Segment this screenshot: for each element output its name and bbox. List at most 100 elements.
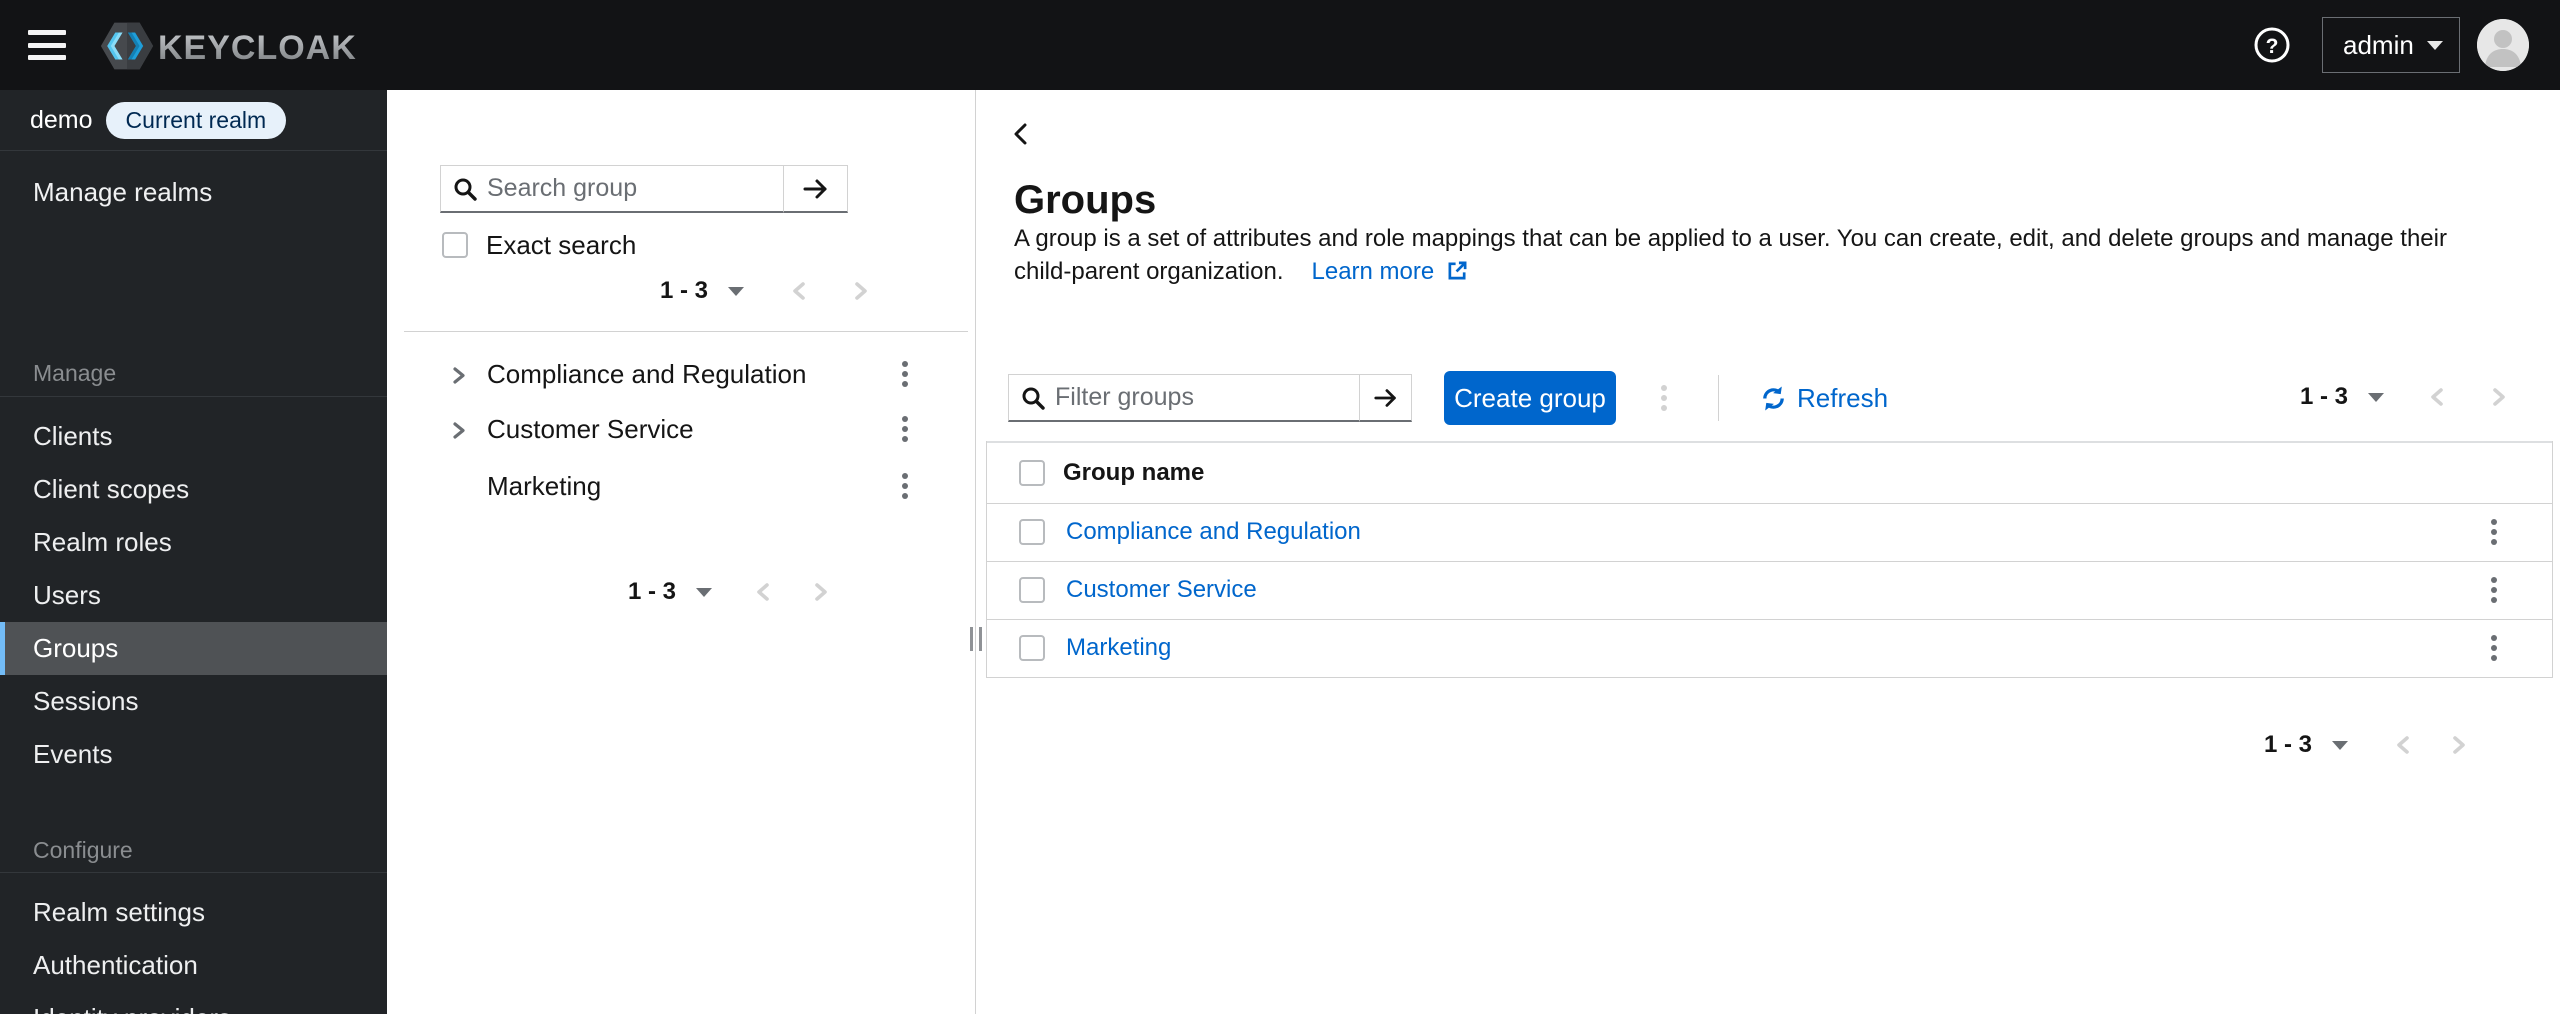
- table-left-border: [986, 441, 987, 677]
- angle-right-icon: [815, 583, 827, 601]
- kebab-menu-icon[interactable]: [893, 405, 917, 453]
- exact-search-label: Exact search: [486, 230, 637, 260]
- tree-pagination-bottom: 1 - 3: [628, 573, 830, 611]
- sidebar-item-authentication[interactable]: Authentication: [0, 939, 387, 992]
- row-divider: [986, 619, 2553, 620]
- pagination-range: 1 - 3: [2264, 731, 2313, 758]
- table-top-border: [986, 441, 2553, 443]
- learn-more-link[interactable]: Learn more: [1312, 258, 1468, 285]
- kebab-menu-icon[interactable]: [893, 350, 917, 398]
- previous-page-button[interactable]: [790, 280, 808, 302]
- external-link-icon: [1448, 261, 1467, 280]
- angle-left-icon: [757, 583, 769, 601]
- chevron-down-icon: [2427, 40, 2443, 50]
- tree-item-label[interactable]: Marketing: [487, 471, 601, 502]
- tree-pagination-top: 1 - 3: [660, 272, 870, 310]
- group-link[interactable]: Customer Service: [1066, 576, 1257, 604]
- sidebar-item-realm-roles[interactable]: Realm roles: [0, 516, 387, 569]
- group-search-input[interactable]: [440, 165, 784, 213]
- table-right-border: [2552, 441, 2553, 677]
- row-kebab-menu-icon[interactable]: [2482, 624, 2506, 672]
- keycloak-logo: KEYCLOAK: [100, 21, 357, 76]
- nav-section-label-manage: Manage: [33, 360, 117, 386]
- avatar[interactable]: [2477, 19, 2529, 71]
- table-pagination-top: 1 - 3: [2300, 378, 2508, 416]
- tree-item-label[interactable]: Compliance and Regulation: [487, 359, 806, 390]
- exact-search-checkbox[interactable]: [442, 232, 468, 258]
- tree-item[interactable]: Marketing: [388, 459, 975, 514]
- previous-page-button[interactable]: [2394, 734, 2412, 756]
- configure-nav-list: Realm settings Authentication Identity p…: [0, 886, 387, 1014]
- sidebar-item-realm-settings[interactable]: Realm settings: [0, 886, 387, 939]
- realm-name: demo: [30, 105, 93, 134]
- row-divider: [986, 677, 2553, 678]
- sidebar-item-sessions[interactable]: Sessions: [0, 675, 387, 728]
- tree-divider: [404, 331, 968, 332]
- group-link[interactable]: Compliance and Regulation: [1066, 518, 1361, 546]
- refresh-button[interactable]: Refresh: [1760, 374, 1888, 422]
- next-page-button[interactable]: [852, 280, 870, 302]
- toolbar-kebab-menu-icon[interactable]: [1652, 374, 1676, 422]
- kebab-menu-icon[interactable]: [893, 462, 917, 510]
- row-divider: [986, 503, 2553, 504]
- sidebar-item-users[interactable]: Users: [0, 569, 387, 622]
- tree-item[interactable]: Compliance and Regulation: [388, 347, 975, 402]
- filter-groups-input[interactable]: [1008, 374, 1360, 422]
- panel-resize-handle[interactable]: [970, 627, 982, 651]
- keycloak-admin-console: KEYCLOAK ? admin demo Current realm Mana…: [0, 0, 2560, 1014]
- angle-left-icon: [2397, 736, 2409, 754]
- filter-groups-submit-button[interactable]: [1360, 374, 1412, 422]
- group-search-box: [440, 165, 848, 213]
- tree-item-label[interactable]: Customer Service: [487, 414, 694, 445]
- row-checkbox[interactable]: [1019, 635, 1045, 661]
- page-title: Groups: [1014, 178, 1157, 222]
- row-checkbox[interactable]: [1019, 519, 1045, 545]
- realm-selector[interactable]: demo Current realm: [0, 90, 387, 151]
- sidebar-divider: [0, 396, 387, 397]
- row-kebab-menu-icon[interactable]: [2482, 508, 2506, 556]
- group-search-submit-button[interactable]: [784, 165, 848, 213]
- user-menu-dropdown[interactable]: admin: [2322, 17, 2460, 73]
- column-header-group-name: Group name: [1063, 459, 1205, 486]
- brand-wordmark: KEYCLOAK: [158, 29, 357, 67]
- nav-toggle-hamburger-icon[interactable]: [28, 30, 66, 60]
- create-group-button[interactable]: Create group: [1444, 371, 1616, 425]
- toolbar-divider: [1718, 375, 1719, 421]
- pagination-caret-icon[interactable]: [696, 587, 713, 597]
- next-page-button[interactable]: [812, 581, 830, 603]
- help-icon[interactable]: ?: [2253, 26, 2291, 64]
- collapse-drawer-chevron-icon[interactable]: [1008, 120, 1038, 150]
- sidebar-item-events[interactable]: Events: [0, 728, 387, 781]
- panel-divider: [975, 90, 976, 1014]
- refresh-label: Refresh: [1797, 382, 1889, 413]
- previous-page-button[interactable]: [754, 581, 772, 603]
- next-page-button[interactable]: [2450, 734, 2468, 756]
- tree-item[interactable]: Customer Service: [388, 402, 975, 457]
- pagination-caret-icon[interactable]: [2368, 392, 2385, 402]
- sidebar-divider: [0, 872, 387, 873]
- select-all-checkbox[interactable]: [1019, 460, 1045, 486]
- sidebar-item-groups[interactable]: Groups: [0, 622, 387, 675]
- previous-page-button[interactable]: [2428, 386, 2446, 408]
- angle-right-icon: [2453, 736, 2465, 754]
- sidebar-item-clients[interactable]: Clients: [0, 410, 387, 463]
- sidebar-item-client-scopes[interactable]: Client scopes: [0, 463, 387, 516]
- page-description: A group is a set of attributes and role …: [1014, 222, 2474, 288]
- expand-chevron-icon[interactable]: [450, 421, 467, 445]
- expand-chevron-icon[interactable]: [450, 366, 467, 390]
- row-kebab-menu-icon[interactable]: [2482, 566, 2506, 614]
- group-link[interactable]: Marketing: [1066, 634, 1171, 662]
- svg-text:?: ?: [2266, 35, 2279, 58]
- learn-more-label: Learn more: [1311, 258, 1435, 285]
- row-checkbox[interactable]: [1019, 577, 1045, 603]
- sidebar-item-identity-providers[interactable]: Identity providers: [0, 992, 387, 1014]
- pagination-caret-icon[interactable]: [2332, 740, 2349, 750]
- table-pagination-bottom: 1 - 3: [2264, 726, 2468, 764]
- pagination-range: 1 - 3: [660, 277, 709, 304]
- username-label: admin: [2343, 29, 2414, 60]
- angle-right-icon: [2493, 388, 2505, 406]
- pagination-caret-icon[interactable]: [728, 286, 745, 296]
- sidebar-item-manage-realms[interactable]: Manage realms: [0, 160, 387, 224]
- next-page-button[interactable]: [2490, 386, 2508, 408]
- masthead: KEYCLOAK ? admin: [0, 0, 2560, 90]
